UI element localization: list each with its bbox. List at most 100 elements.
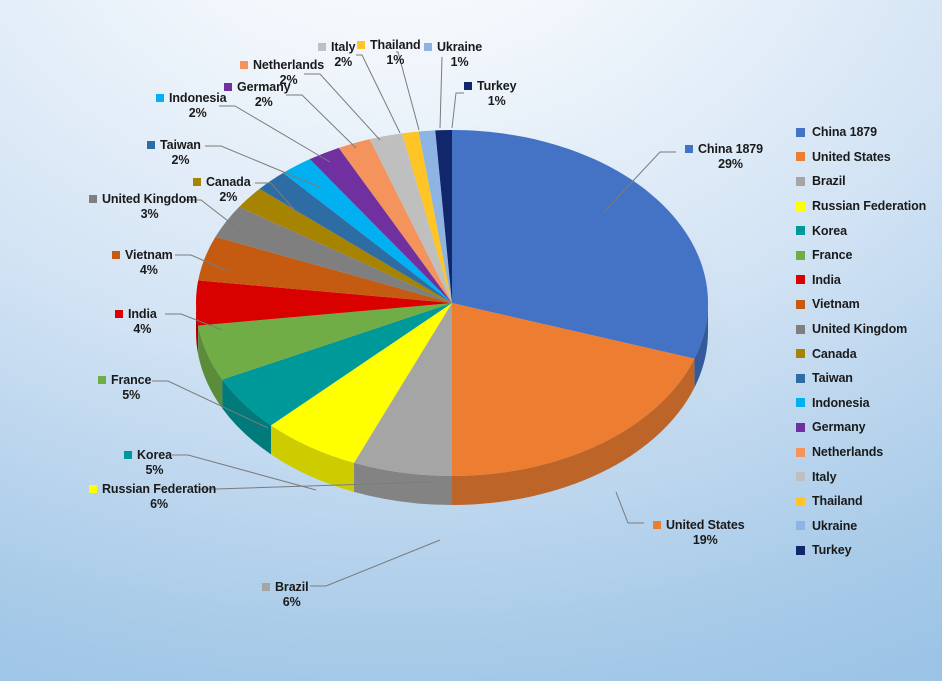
legend-item-label: Russian Federation — [812, 199, 927, 214]
legend-item-label: Canada — [812, 346, 857, 361]
legend-item-germany[interactable]: Germany — [796, 415, 938, 440]
data-label-percent: 29% — [718, 156, 743, 171]
color-swatch-icon — [112, 251, 120, 260]
data-label-row: Canada — [193, 175, 251, 190]
legend-item-netherlands[interactable]: Netherlands — [796, 440, 938, 465]
color-swatch-icon — [240, 61, 248, 70]
legend-item-italy[interactable]: Italy — [796, 464, 938, 489]
legend-item-united-states[interactable]: United States — [796, 145, 938, 170]
color-swatch-icon — [115, 310, 123, 319]
legend-item-brazil[interactable]: Brazil — [796, 169, 938, 194]
color-swatch-icon — [98, 376, 106, 385]
data-label-ukraine[interactable]: Ukraine 1% — [424, 40, 482, 70]
legend-swatch-icon — [796, 324, 805, 334]
data-label-percent: 5% — [145, 462, 164, 477]
legend-item-label: United Kingdom — [812, 322, 908, 337]
legend-item-korea[interactable]: Korea — [796, 218, 938, 243]
legend-item-label: China 1879 — [812, 125, 878, 140]
data-label-row: India — [115, 307, 157, 322]
legend-item-china-1879[interactable]: China 1879 — [796, 120, 938, 145]
legend-swatch-icon — [796, 201, 805, 211]
leader-line — [310, 539, 441, 587]
data-label-percent: 2% — [279, 72, 298, 87]
data-label-united-kingdom[interactable]: United Kingdom 3% — [89, 192, 197, 222]
legend-item-taiwan[interactable]: Taiwan — [796, 366, 938, 391]
legend-swatch-icon — [796, 496, 805, 506]
color-swatch-icon — [89, 195, 97, 204]
legend-item-label: France — [812, 248, 853, 263]
data-label-percent: 5% — [122, 387, 141, 402]
data-label-brazil[interactable]: Brazil 6% — [262, 580, 309, 610]
legend-swatch-icon — [796, 250, 805, 260]
data-label-name: United Kingdom — [102, 192, 198, 206]
legend-swatch-icon — [796, 226, 805, 236]
legend-item-label: Germany — [812, 420, 866, 435]
data-label-row: Vietnam — [112, 248, 173, 263]
legend-swatch-icon — [796, 152, 805, 162]
legend-item-vietnam[interactable]: Vietnam — [796, 292, 938, 317]
color-swatch-icon — [156, 94, 164, 103]
legend-item-united-kingdom[interactable]: United Kingdom — [796, 317, 938, 342]
data-label-percent: 3% — [140, 206, 159, 221]
data-label-percent: 6% — [150, 496, 169, 511]
color-swatch-icon — [147, 141, 155, 150]
data-label-percent: 6% — [282, 594, 301, 609]
data-label-percent: 4% — [133, 321, 152, 336]
data-label-italy[interactable]: Italy 2% — [318, 40, 356, 70]
legend-swatch-icon — [796, 349, 805, 359]
leader-line — [615, 491, 644, 524]
legend-swatch-icon — [796, 373, 805, 383]
data-label-russian-federation[interactable]: Russian Federation 6% — [89, 482, 216, 512]
data-label-percent: 1% — [386, 52, 405, 67]
data-label-percent: 2% — [254, 94, 273, 109]
legend-swatch-icon — [796, 176, 805, 186]
data-label-canada[interactable]: Canada 2% — [193, 175, 251, 205]
legend-item-indonesia[interactable]: Indonesia — [796, 391, 938, 416]
data-label-row: Ukraine — [424, 40, 482, 55]
data-label-name: Taiwan — [160, 138, 201, 152]
data-label-taiwan[interactable]: Taiwan 2% — [147, 138, 201, 168]
legend-swatch-icon — [796, 545, 805, 555]
legend-item-label: Italy — [812, 469, 837, 484]
data-label-row: United Kingdom — [89, 192, 197, 207]
data-label-france[interactable]: France 5% — [98, 373, 152, 403]
legend-item-france[interactable]: France — [796, 243, 938, 268]
legend-item-thailand[interactable]: Thailand — [796, 489, 938, 514]
legend-swatch-icon — [796, 447, 805, 457]
data-label-percent: 1% — [487, 93, 506, 108]
data-label-vietnam[interactable]: Vietnam 4% — [112, 248, 173, 278]
data-label-united-states[interactable]: United States 19% — [653, 518, 745, 548]
legend-item-label: India — [812, 272, 841, 287]
legend-swatch-icon — [796, 127, 805, 137]
data-label-thailand[interactable]: Thailand 1% — [357, 38, 421, 68]
color-swatch-icon — [193, 178, 201, 187]
leader-line — [219, 105, 331, 163]
data-label-percent: 19% — [692, 532, 718, 547]
legend-item-canada[interactable]: Canada — [796, 341, 938, 366]
data-label-name: Vietnam — [125, 248, 173, 262]
data-label-indonesia[interactable]: Indonesia 2% — [156, 91, 227, 121]
data-label-name: Brazil — [275, 580, 309, 594]
legend-swatch-icon — [796, 422, 805, 432]
data-label-name: Turkey — [477, 79, 517, 93]
legend-item-india[interactable]: India — [796, 268, 938, 293]
color-swatch-icon — [224, 83, 232, 92]
data-label-india[interactable]: India 4% — [115, 307, 157, 337]
color-swatch-icon — [124, 451, 132, 460]
data-label-netherlands[interactable]: Netherlands 2% — [240, 58, 324, 88]
chart-legend: China 1879 United States Brazil Russian Fed… — [796, 120, 938, 563]
legend-item-turkey[interactable]: Turkey — [796, 538, 938, 563]
legend-item-label: Taiwan — [812, 371, 853, 386]
data-label-row: Italy — [318, 40, 356, 55]
legend-item-ukraine[interactable]: Ukraine — [796, 514, 938, 539]
legend-item-label: Turkey — [812, 543, 852, 558]
data-label-turkey[interactable]: Turkey 1% — [464, 79, 517, 109]
data-label-china-1879[interactable]: China 1879 29% — [685, 142, 763, 172]
data-label-row: Brazil — [262, 580, 309, 595]
legend-item-label: Netherlands — [812, 445, 884, 460]
data-label-korea[interactable]: Korea 5% — [124, 448, 172, 478]
data-label-row: United States — [653, 518, 745, 533]
data-label-row: Thailand — [357, 38, 421, 53]
legend-item-russian-federation[interactable]: Russian Federation — [796, 194, 938, 219]
data-label-name: China 1879 — [698, 142, 764, 156]
